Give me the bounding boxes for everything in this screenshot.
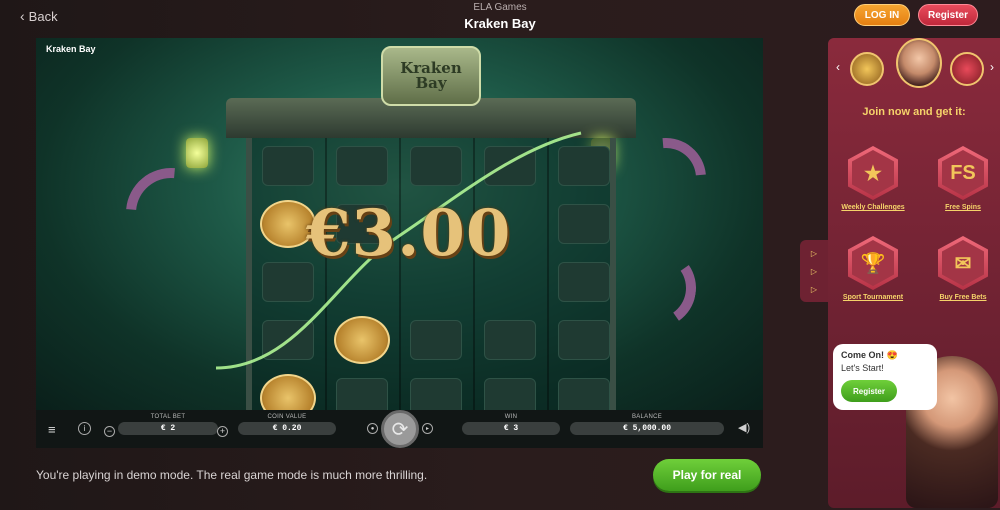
game-name-label: Kraken Bay (46, 44, 96, 54)
back-button[interactable]: ‹ Back (20, 8, 58, 24)
menu-icon[interactable]: ≡ (48, 422, 56, 437)
chevron-left-icon[interactable]: ‹ (836, 60, 840, 74)
trophy-icon: 🏆 (852, 240, 894, 286)
balance-field: BALANCE € 5,000.00 (570, 414, 724, 435)
increase-bet-button[interactable]: + (217, 426, 228, 437)
play-icon: ▷ (810, 248, 818, 258)
feature-sport-tournament[interactable]: 🏆 Sport Tournament (838, 236, 908, 301)
demo-mode-note: You're playing in demo mode. The real ga… (36, 468, 428, 482)
free-spins-icon: FS (942, 150, 984, 196)
tentacle-decoration (609, 121, 723, 235)
reel-symbol (410, 146, 462, 186)
sound-icon[interactable]: ◀) (738, 421, 750, 434)
promo-avatar-left[interactable] (850, 52, 884, 86)
play-icon: ▷ (810, 284, 818, 294)
register-button[interactable]: Register (918, 4, 978, 26)
win-field: WIN € 3 (462, 414, 560, 435)
feature-buy-free-bets[interactable]: ✉ Buy Free Bets (928, 236, 998, 301)
envelope-icon: ✉ (942, 240, 984, 286)
promo-avatar-right[interactable] (950, 52, 984, 86)
reel-symbol (484, 378, 536, 410)
page-title: Kraken Bay (464, 16, 536, 31)
page-header: ELA Games Kraken Bay (0, 2, 1000, 31)
game-viewport[interactable]: Kraken Bay Kraken Bay €3.00 (36, 38, 763, 410)
side-panel-toggle[interactable]: ▷ ▷ ▷ (800, 240, 828, 302)
play-icon: ▷ (810, 266, 818, 276)
reel-symbol (558, 204, 610, 244)
brand-name: ELA Games (473, 2, 527, 13)
reel-symbol (410, 378, 462, 410)
login-button[interactable]: LOG IN (854, 4, 910, 26)
promo-avatar-main[interactable] (896, 38, 942, 88)
reel-symbol (558, 262, 610, 302)
total-bet-field: TOTAL BET € 2 (118, 414, 218, 435)
chat-register-button[interactable]: Register (841, 380, 897, 402)
join-heading: Join now and get it: (862, 106, 966, 118)
reel-symbol (336, 146, 388, 186)
coin-symbol (334, 316, 390, 364)
lantern-left (186, 138, 208, 168)
reel-symbol (558, 320, 610, 360)
reel-symbol (410, 320, 462, 360)
play-for-real-button[interactable]: Play for real (653, 459, 761, 491)
chat-line-1: Come On! 😍 (841, 350, 898, 360)
back-label: Back (28, 8, 58, 24)
reel-symbol (484, 320, 536, 360)
feature-weekly-challenges[interactable]: ★ Weekly Challenges (838, 146, 908, 211)
turbo-button[interactable]: ▸ (422, 423, 433, 434)
chevron-right-icon[interactable]: › (990, 60, 994, 74)
reel-grid (246, 138, 616, 410)
win-amount: €3.00 (306, 196, 512, 271)
chat-line-2: Let's Start! (841, 363, 884, 373)
reel-symbol (262, 320, 314, 360)
spin-button[interactable]: ⟳ (381, 410, 419, 448)
reel-symbol (484, 146, 536, 186)
coin-value-field[interactable]: COIN VALUE € 0.20 (238, 414, 336, 435)
reel-symbol (262, 146, 314, 186)
chevron-left-icon: ‹ (20, 8, 25, 24)
feature-free-spins[interactable]: FS Free Spins (928, 146, 998, 211)
tentacle-decoration (107, 149, 235, 277)
info-icon[interactable]: i (78, 422, 91, 435)
reel-symbol (558, 378, 610, 410)
reel-symbol (336, 378, 388, 410)
chat-bubble: Come On! 😍 Let's Start! Register (833, 344, 937, 410)
game-control-bar: ≡ i − TOTAL BET € 2 + COIN VALUE € 0.20 … (36, 410, 763, 448)
autoplay-button[interactable]: ● (367, 423, 378, 434)
decrease-bet-button[interactable]: − (104, 426, 115, 437)
tentacle-decoration (609, 241, 703, 335)
game-logo: Kraken Bay (381, 46, 481, 106)
reel-symbol (558, 146, 610, 186)
star-icon: ★ (852, 150, 894, 196)
